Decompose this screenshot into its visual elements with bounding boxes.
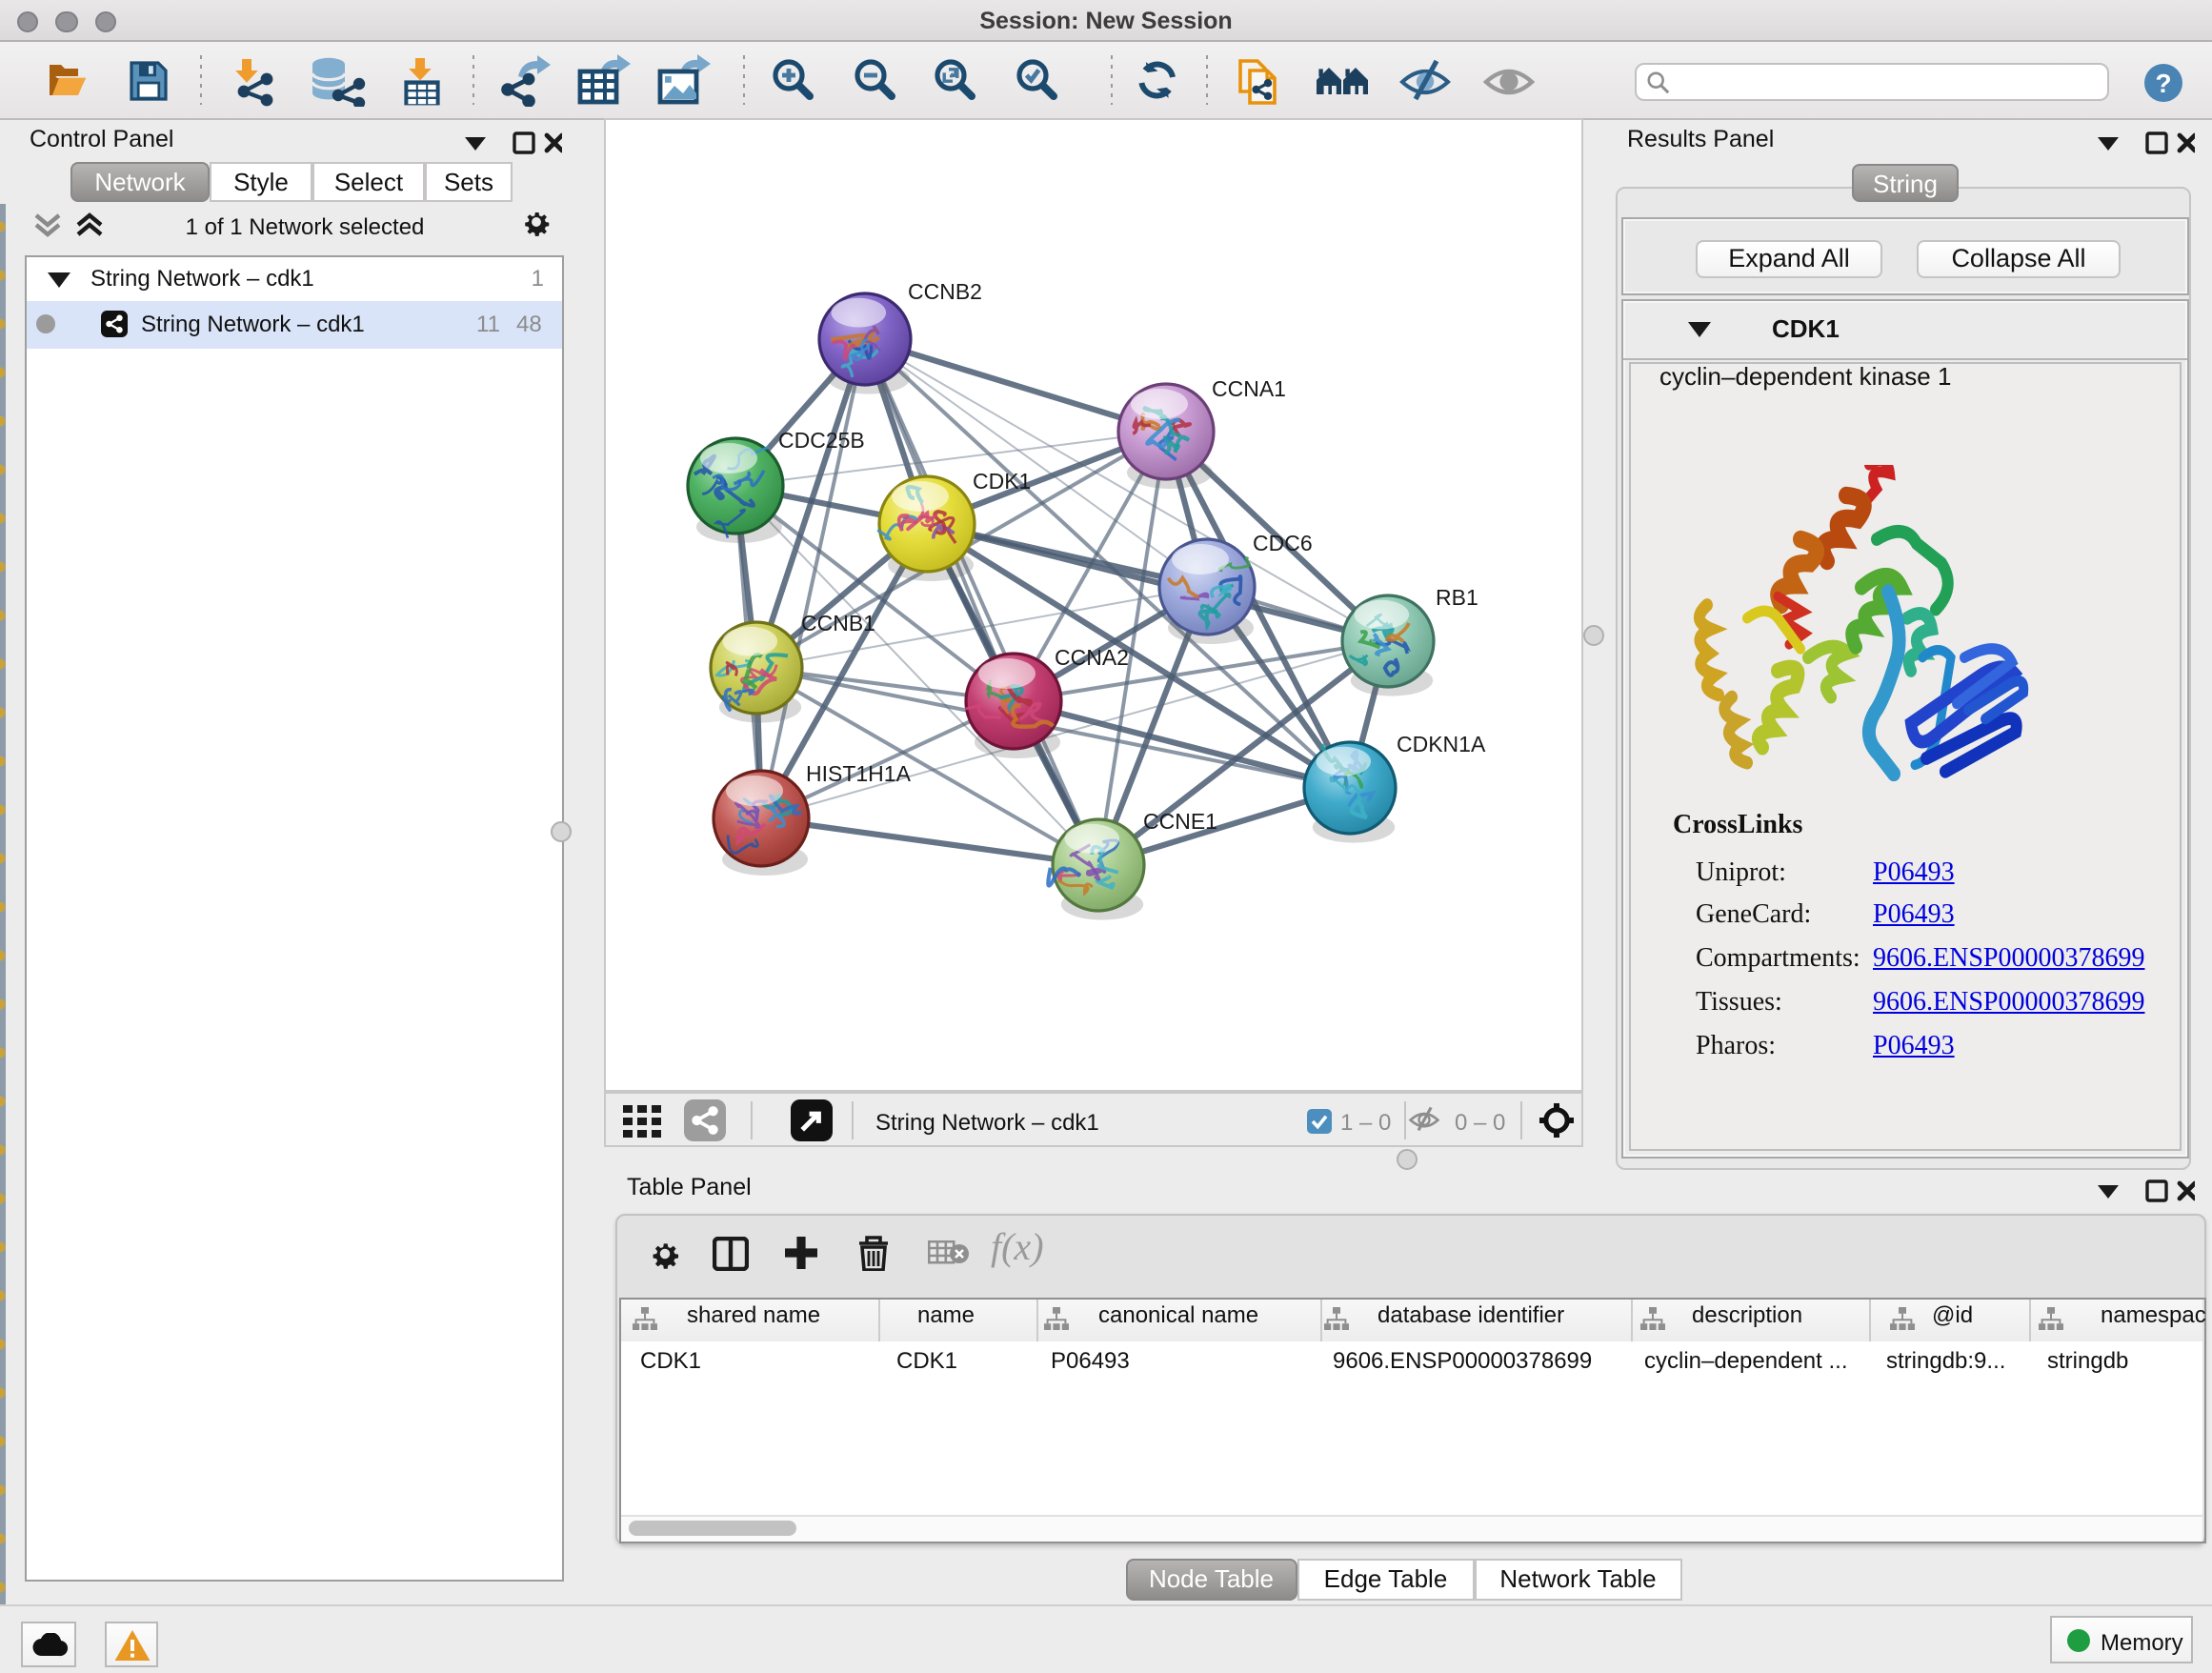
svg-text:CCNE1: CCNE1 [1142,809,1217,834]
svg-text:RB1: RB1 [1435,585,1478,610]
svg-text:CCNA2: CCNA2 [1054,645,1128,670]
svg-text:?: ? [2155,68,2171,97]
svg-text:CDC25B: CDC25B [777,428,864,453]
svg-text:HIST1H1A: HIST1H1A [805,761,911,786]
svg-text:CCNA1: CCNA1 [1211,376,1285,401]
svg-text:CCNB2: CCNB2 [907,279,981,304]
svg-text:CDK1: CDK1 [972,469,1030,494]
svg-text:CDKN1A: CDKN1A [1396,732,1485,756]
svg-text:CDC6: CDC6 [1252,531,1312,555]
svg-text:CCNB1: CCNB1 [800,611,875,635]
